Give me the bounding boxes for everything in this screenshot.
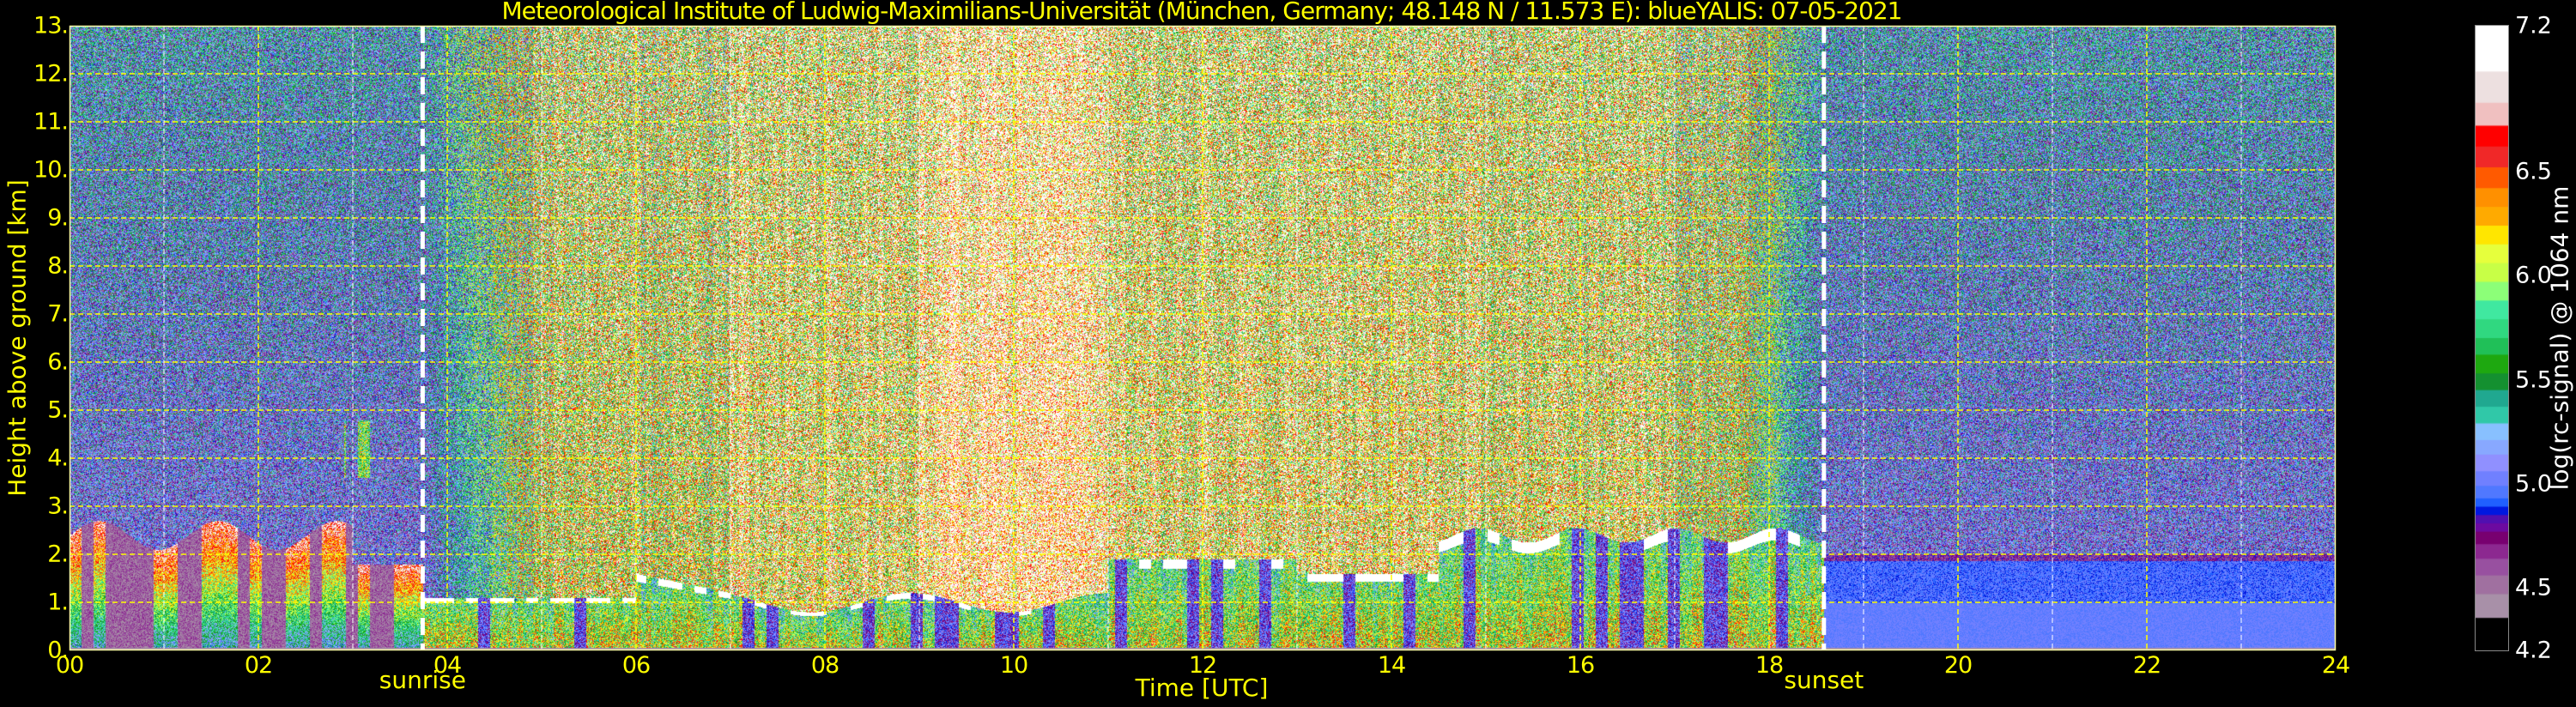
y-tick-label: 4. (47, 444, 69, 472)
y-tick-label: 1. (47, 589, 69, 616)
grid-overlay (69, 25, 2337, 651)
sunset-label: sunset (1784, 666, 1864, 694)
colorbar (2475, 25, 2509, 651)
x-tick-label: 02 (244, 652, 273, 679)
x-tick-label: 14 (1377, 652, 1406, 679)
chart-title: Meteorological Institute of Ludwig-Maxim… (501, 0, 1903, 25)
y-tick-label: 3. (47, 492, 69, 520)
colorbar-tick-label: 4.5 (2515, 574, 2552, 601)
y-tick-label: 10. (33, 156, 69, 184)
y-tick-label: 8. (47, 252, 69, 280)
y-tick-label: 6. (47, 348, 69, 376)
x-axis-label: Time [UTC] (1135, 674, 1269, 702)
y-tick-label: 12. (33, 60, 69, 88)
sunrise-label: sunrise (379, 666, 466, 694)
y-tick-label: 7. (47, 300, 69, 328)
y-tick-label: 11. (33, 108, 69, 136)
y-axis-label: Height above ground [km] (3, 179, 32, 497)
colorbar-tick-label: 4.2 (2515, 637, 2552, 664)
x-tick-label: 10 (999, 652, 1028, 679)
x-tick-label: 24 (2321, 652, 2350, 679)
y-tick-label: 0. (47, 637, 69, 664)
y-tick-label: 2. (47, 541, 69, 568)
x-tick-label: 22 (2132, 652, 2161, 679)
x-tick-label: 18 (1755, 652, 1784, 679)
plot-area (69, 25, 2337, 651)
colorbar-label: log(rc-signal) @ 1064 nm (2545, 185, 2574, 491)
y-tick-label: 5. (47, 396, 69, 424)
x-tick-label: 06 (621, 652, 651, 679)
x-tick-label: 20 (1943, 652, 1973, 679)
x-tick-label: 16 (1566, 652, 1595, 679)
y-tick-label: 9. (47, 204, 69, 232)
colorbar-tick-label: 6.5 (2515, 158, 2552, 185)
colorbar-tick-label: 7.2 (2515, 12, 2552, 39)
x-tick-label: 08 (810, 652, 839, 679)
y-tick-label: 13. (33, 12, 69, 39)
